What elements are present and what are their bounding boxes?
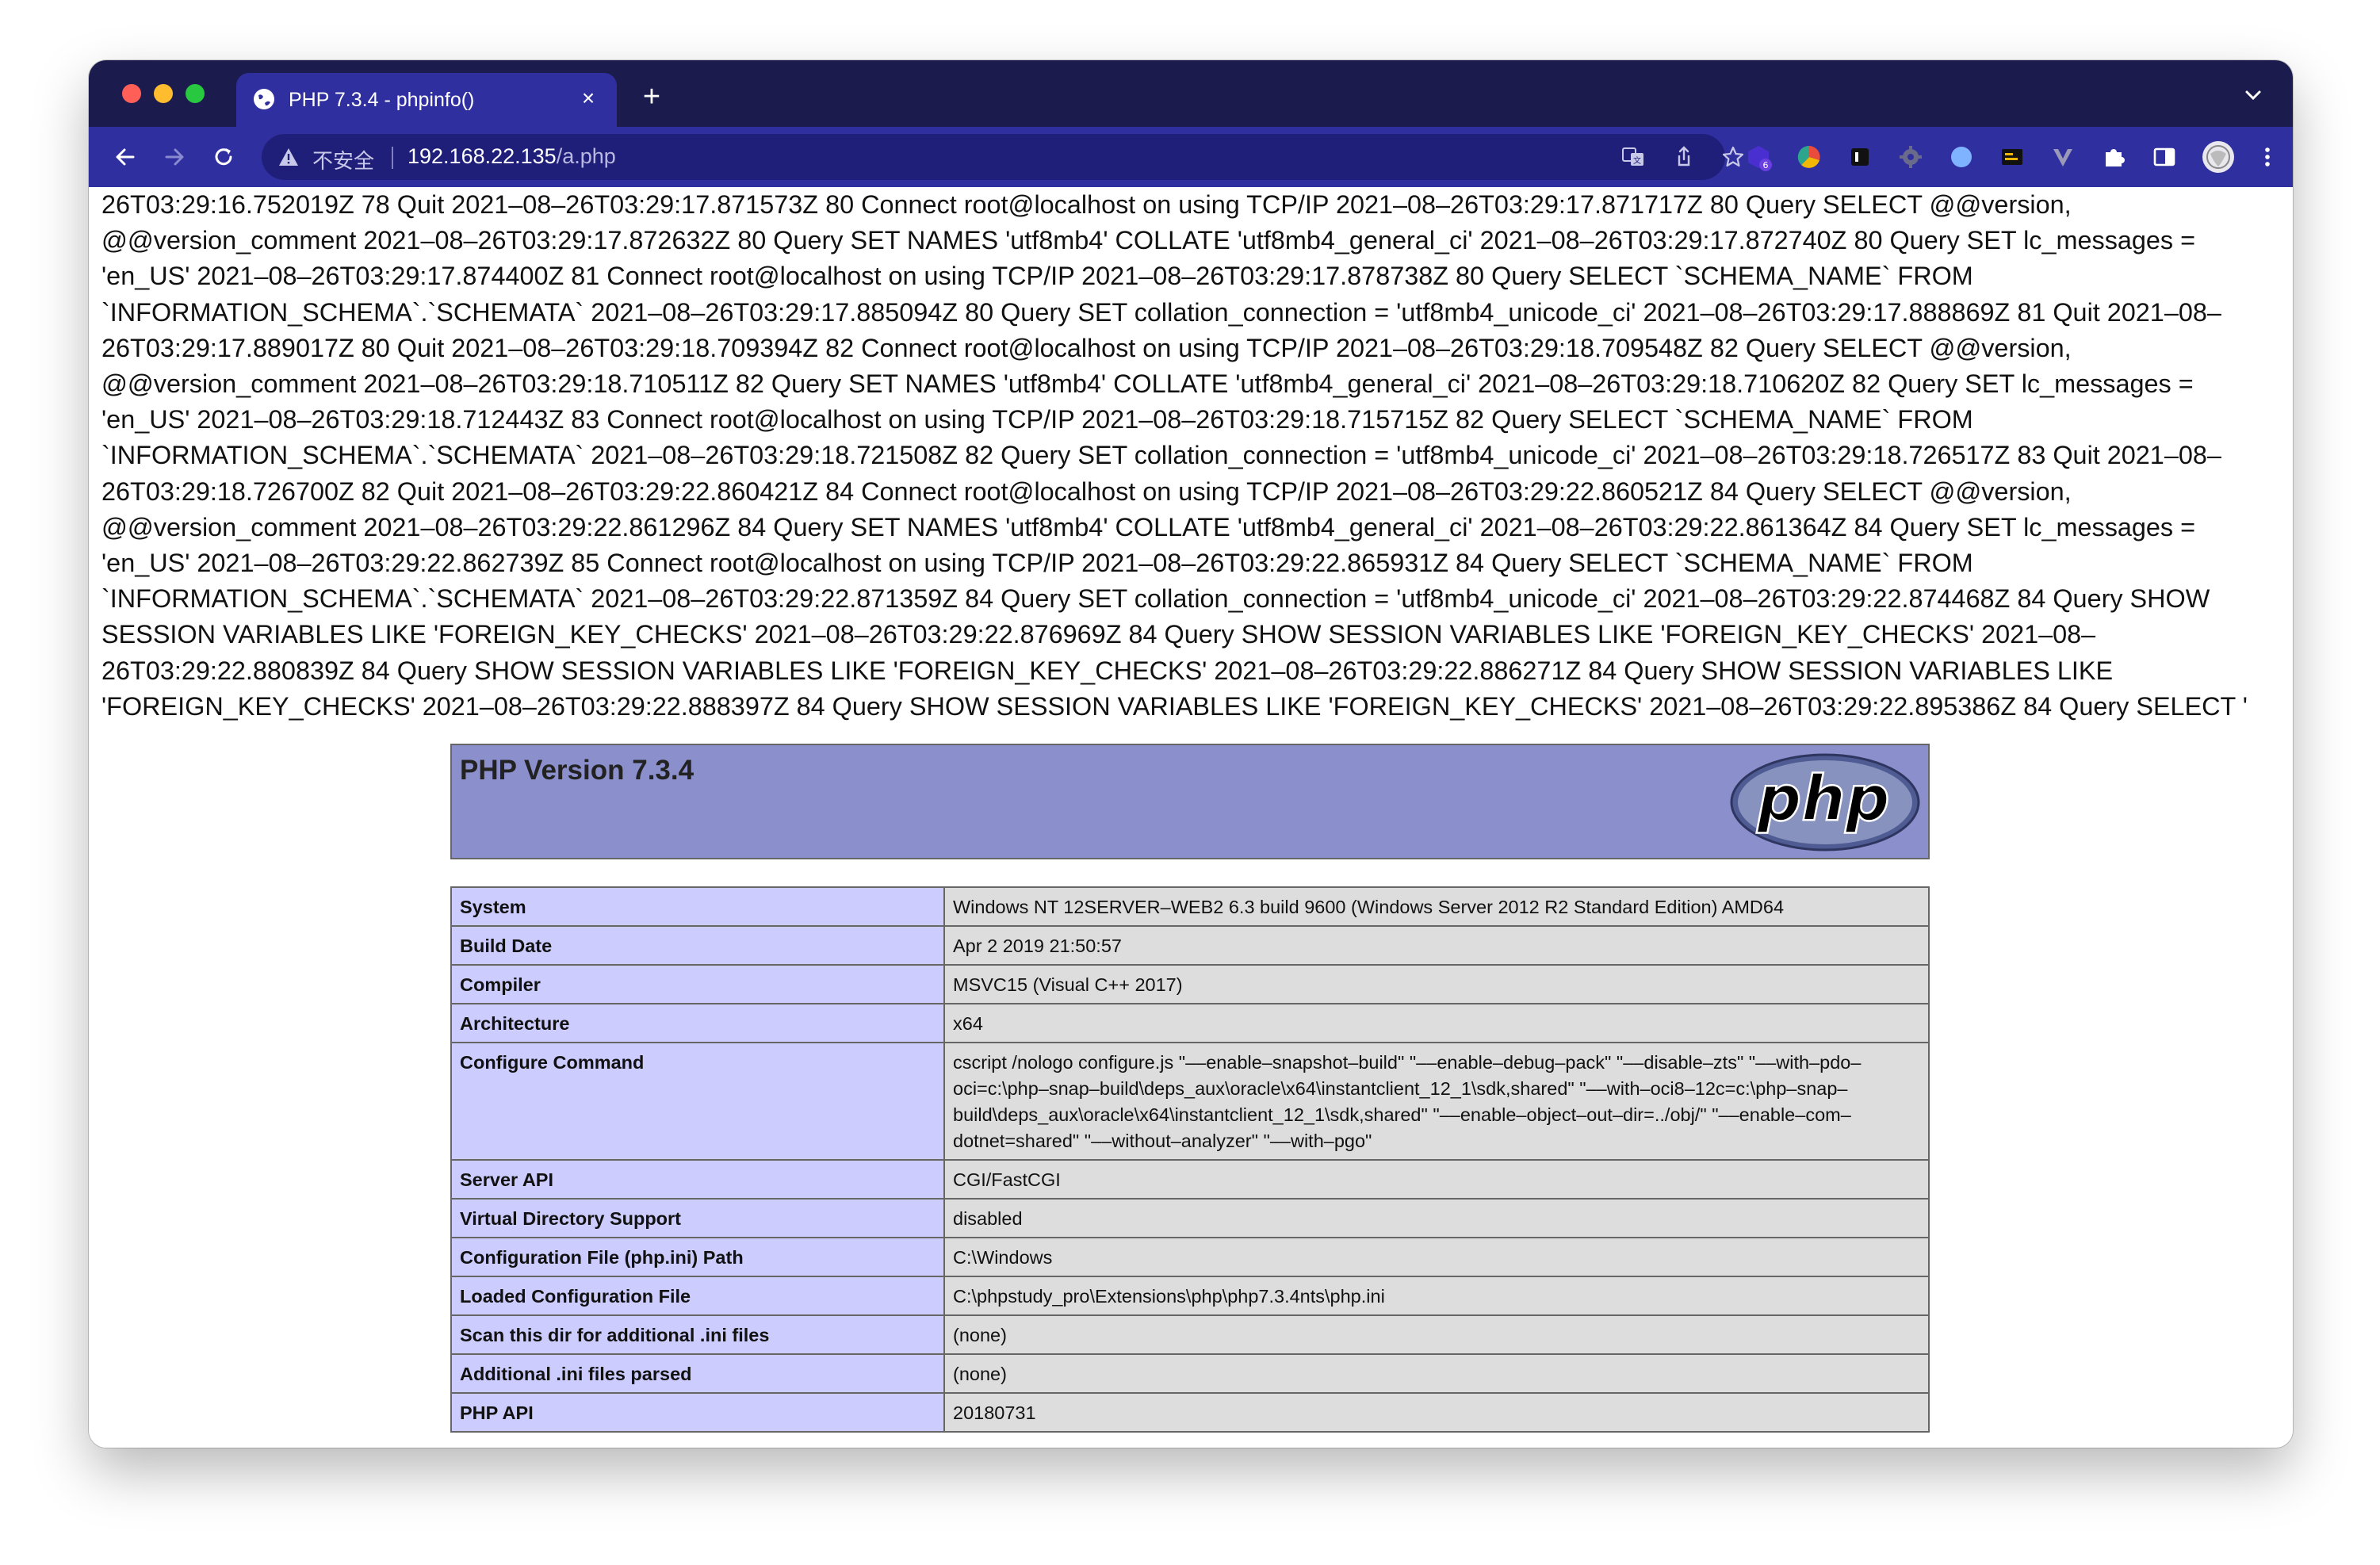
url-text[interactable]: 192.168.22.135/a.php: [408, 144, 616, 169]
php-logo-text: php: [1756, 763, 1889, 835]
table-row: Compiler MSVC15 (Visual C++ 2017): [450, 964, 1930, 1004]
extension-blue-circle-icon[interactable]: [1947, 143, 1976, 171]
security-label[interactable]: 不安全: [312, 145, 374, 174]
extension-colorwheel-icon[interactable]: [1795, 143, 1823, 171]
gear-icon[interactable]: [1896, 143, 1925, 171]
close-window-button[interactable]: [122, 84, 141, 103]
star-icon[interactable]: [1720, 144, 1746, 170]
row-key: Build Date: [450, 925, 945, 966]
extension-badge: 6: [1763, 160, 1769, 170]
row-value: Windows NT 12SERVER–WEB2 6.3 build 9600 …: [943, 886, 1930, 927]
extension-black-square-icon[interactable]: [1846, 143, 1874, 171]
new-tab-button[interactable]: +: [634, 79, 669, 114]
active-tab[interactable]: PHP 7.3.4 - phpinfo() ×: [236, 73, 617, 127]
row-value: (none): [943, 1314, 1930, 1355]
phpinfo-table: System Windows NT 12SERVER–WEB2 6.3 build…: [450, 886, 1930, 1433]
share-icon[interactable]: [1671, 144, 1697, 170]
row-value: 20180731: [943, 1392, 1930, 1433]
svg-text:文: 文: [1633, 155, 1641, 166]
php-version-header: PHP Version 7.3.4 php: [450, 744, 1930, 859]
row-key: Additional .ini files parsed: [450, 1353, 945, 1394]
avatar[interactable]: [2201, 140, 2236, 174]
row-key: Server API: [450, 1159, 945, 1200]
address-separator: [392, 147, 393, 169]
row-value: C:\Windows: [943, 1237, 1930, 1277]
browser-window: PHP 7.3.4 - phpinfo() × + 不安全 192.168.22…: [89, 60, 2293, 1448]
row-value: x64: [943, 1003, 1930, 1043]
row-value: MSVC15 (Visual C++ 2017): [943, 964, 1930, 1004]
address-bar[interactable]: 不安全 192.168.22.135/a.php 文: [262, 134, 1744, 180]
php-version-title: PHP Version 7.3.4: [460, 755, 694, 786]
table-row: Loaded Configuration File C:\phpstudy_pro…: [450, 1276, 1930, 1316]
browser-toolbar: 不安全 192.168.22.135/a.php 文 6: [89, 127, 2293, 187]
extension-terminal-icon[interactable]: [1998, 143, 2026, 171]
row-value: (none): [943, 1353, 1930, 1394]
extension-cube-icon[interactable]: 6: [1744, 143, 1773, 171]
url-path: /a.php: [556, 144, 616, 168]
row-key: Configure Command: [450, 1042, 945, 1161]
extension-v-icon[interactable]: [2049, 143, 2077, 171]
row-key: Virtual Directory Support: [450, 1198, 945, 1238]
arrow-left-icon[interactable]: [109, 141, 141, 173]
url-host: 192.168.22.135: [408, 144, 557, 168]
warning-icon[interactable]: [277, 146, 300, 168]
page-content[interactable]: 26T03:29:16.752019Z 78 Quit 2021–08–26T0…: [89, 187, 2293, 1448]
translate-icon[interactable]: 文: [1620, 144, 1646, 170]
globe-icon: [254, 89, 274, 109]
mysql-log-text: 26T03:29:16.752019Z 78 Quit 2021–08–26T0…: [101, 190, 2248, 721]
row-value: CGI/FastCGI: [943, 1159, 1930, 1200]
row-key: Compiler: [450, 964, 945, 1004]
chevron-down-icon[interactable]: [2237, 79, 2269, 111]
tab-title: PHP 7.3.4 - phpinfo(): [289, 89, 475, 111]
table-row: Architecture x64: [450, 1003, 1930, 1043]
puzzle-icon[interactable]: [2099, 143, 2128, 171]
table-row: PHP API 20180731: [450, 1392, 1930, 1433]
row-value: disabled: [943, 1198, 1930, 1238]
row-value: C:\phpstudy_pro\Extensions\php\php7.3.4n…: [943, 1276, 1930, 1316]
reload-icon[interactable]: [208, 141, 239, 173]
table-row: Build Date Apr 2 2019 21:50:57: [450, 925, 1930, 966]
tab-strip: PHP 7.3.4 - phpinfo() × +: [89, 60, 2293, 127]
close-tab-icon[interactable]: ×: [574, 84, 603, 113]
side-panel-icon[interactable]: [2150, 143, 2179, 171]
table-row: Configuration File (php.ini) Path C:\Wind…: [450, 1237, 1930, 1277]
row-key: Scan this dir for additional .ini files: [450, 1314, 945, 1355]
table-row: Configure Command cscript /nologo configu…: [450, 1042, 1930, 1161]
row-value: Apr 2 2019 21:50:57: [943, 925, 1930, 966]
table-row: Server API CGI/FastCGI: [450, 1159, 1930, 1200]
row-key: Architecture: [450, 1003, 945, 1043]
row-key: PHP API: [450, 1392, 945, 1433]
zoom-window-button[interactable]: [186, 84, 205, 103]
row-key: Loaded Configuration File: [450, 1276, 945, 1316]
table-row: Additional .ini files parsed (none): [450, 1353, 1930, 1394]
minimize-window-button[interactable]: [154, 84, 173, 103]
table-row: System Windows NT 12SERVER–WEB2 6.3 build…: [450, 886, 1930, 927]
table-row: Virtual Directory Support disabled: [450, 1198, 1930, 1238]
row-key: System: [450, 886, 945, 927]
more-vertical-icon[interactable]: [2253, 143, 2282, 171]
php-logo[interactable]: php: [1730, 753, 1920, 851]
row-value: cscript /nologo configure.js "––enable–s…: [943, 1042, 1930, 1161]
row-key: Configuration File (php.ini) Path: [450, 1237, 945, 1277]
arrow-right-icon[interactable]: [159, 141, 190, 173]
table-row: Scan this dir for additional .ini files(…: [450, 1314, 1930, 1355]
